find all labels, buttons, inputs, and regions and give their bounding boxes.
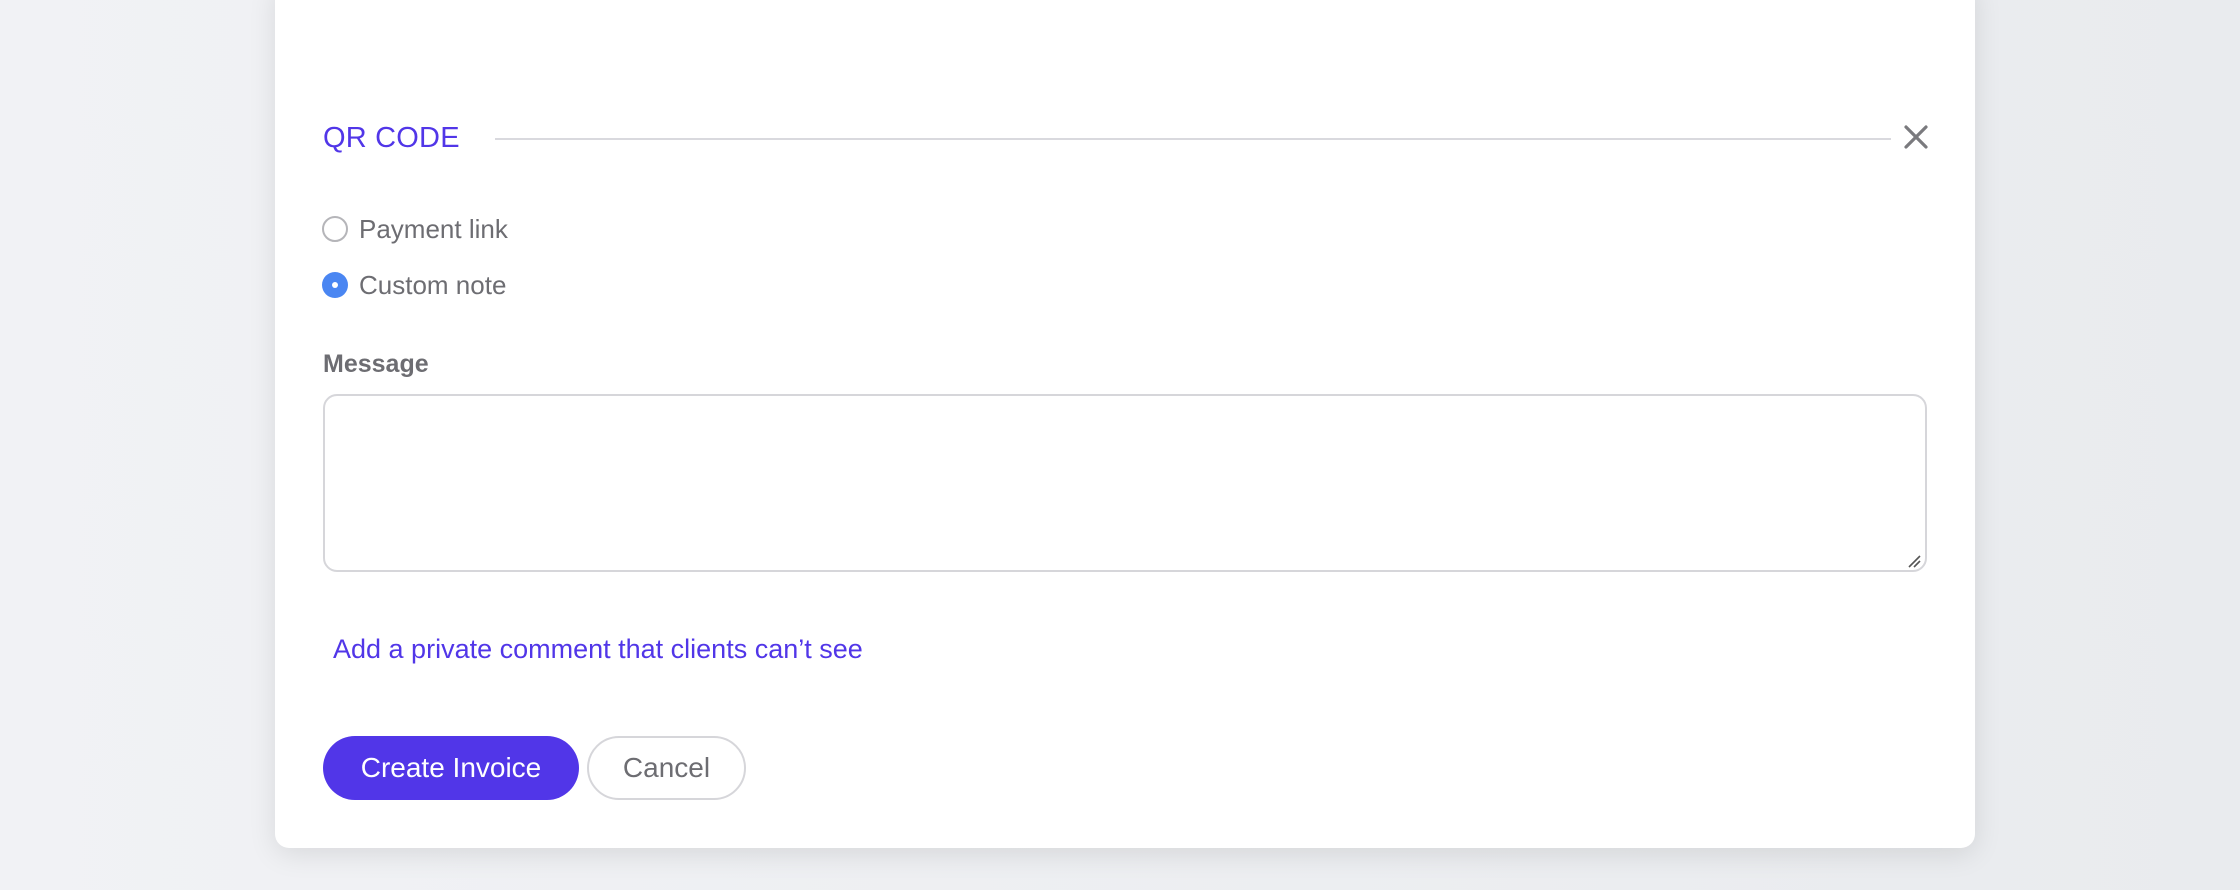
add-private-comment-link[interactable]: Add a private comment that clients can’t… xyxy=(333,634,863,665)
custom-note-label: Custom note xyxy=(359,269,507,300)
remove-qr-section-button[interactable] xyxy=(1897,118,1935,156)
custom-note-radio[interactable] xyxy=(322,272,348,298)
qr-code-section-header: QR CODE xyxy=(323,118,1935,158)
message-label: Message xyxy=(323,350,429,378)
payment-link-label: Payment link xyxy=(359,213,508,244)
create-invoice-button[interactable]: Create Invoice xyxy=(323,736,579,800)
payment-link-radio[interactable] xyxy=(322,216,348,242)
cancel-button[interactable]: Cancel xyxy=(587,736,746,800)
qr-code-section-title: QR CODE xyxy=(323,122,460,154)
section-divider xyxy=(495,138,1891,140)
message-textarea[interactable] xyxy=(323,394,1927,572)
resize-handle-icon[interactable] xyxy=(1907,554,1921,568)
close-icon xyxy=(1904,125,1928,149)
radio-option-custom-note[interactable]: Custom note xyxy=(322,269,506,301)
radio-option-payment-link[interactable]: Payment link xyxy=(322,213,508,245)
